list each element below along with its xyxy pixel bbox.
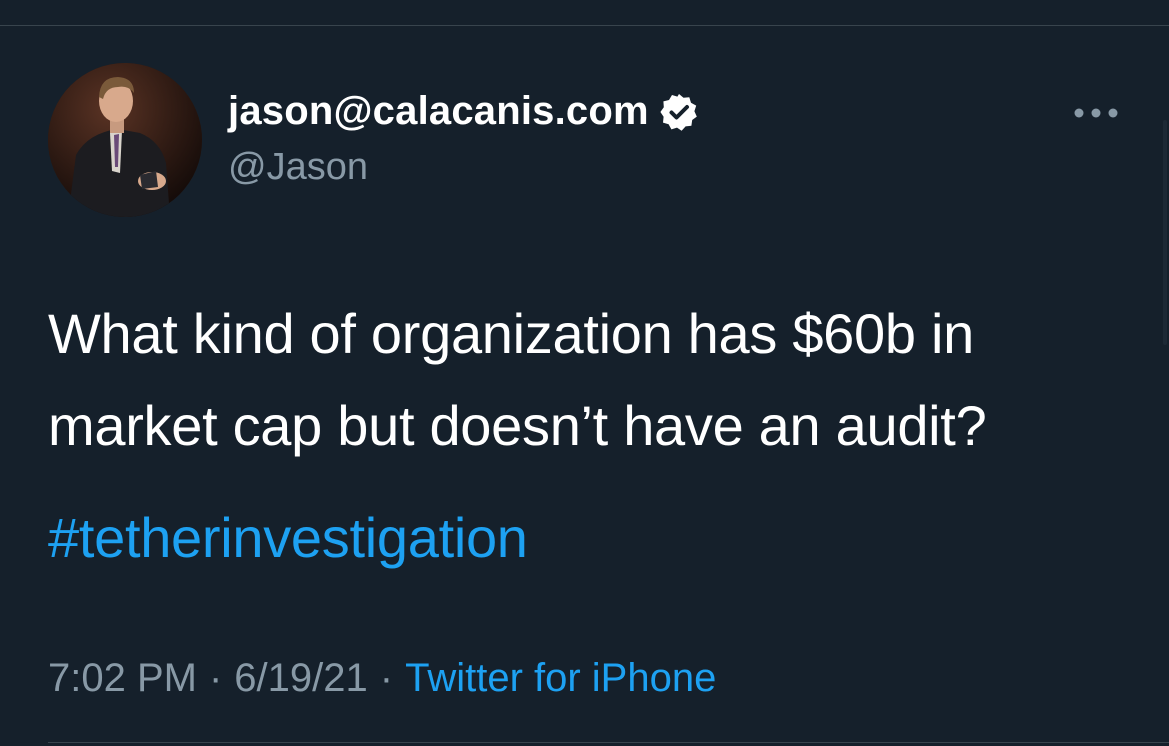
tweet-text: What kind of organization has $60b in ma… xyxy=(48,302,987,457)
bottom-divider xyxy=(48,742,1169,743)
meta-separator: · xyxy=(208,656,223,700)
tweet: jason@calacanis.com @Jason What kind of … xyxy=(0,26,1169,742)
scrollbar[interactable] xyxy=(1163,120,1167,345)
profile-photo-icon xyxy=(48,63,202,217)
tweet-metadata: 7:02 PM · 6/19/21 · Twitter for iPhone xyxy=(48,656,716,701)
tweet-source-link[interactable]: Twitter for iPhone xyxy=(405,656,716,701)
verified-badge-icon xyxy=(659,92,699,132)
avatar[interactable] xyxy=(48,63,202,217)
hashtag-link[interactable]: #tetherinvestigation xyxy=(48,500,528,576)
more-options-button[interactable] xyxy=(1065,98,1127,128)
tweet-date: 6/19/21 xyxy=(234,656,368,700)
author-handle[interactable]: @Jason xyxy=(228,146,368,189)
meta-separator: · xyxy=(379,656,394,700)
more-options-icon xyxy=(1074,108,1118,118)
tweet-detail-screen: jason@calacanis.com @Jason What kind of … xyxy=(0,0,1169,746)
author-display-name[interactable]: jason@calacanis.com xyxy=(228,89,649,134)
tweet-time: 7:02 PM xyxy=(48,656,197,700)
author-display-name-row[interactable]: jason@calacanis.com xyxy=(228,89,699,134)
